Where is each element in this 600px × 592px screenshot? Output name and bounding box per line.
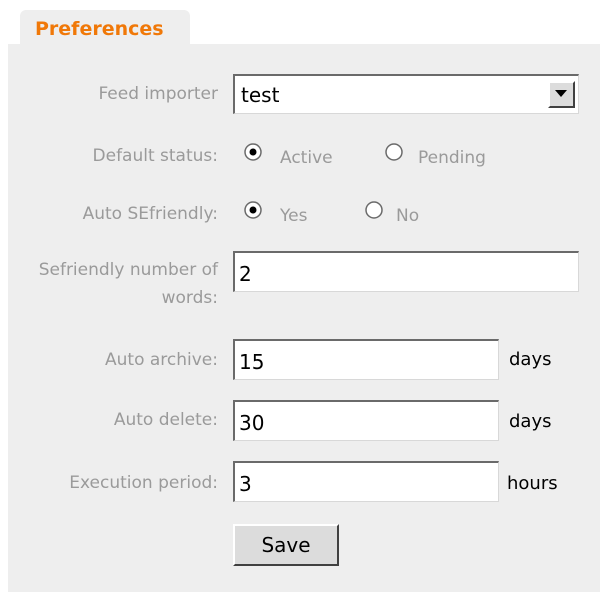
feed-importer-label: Feed importer: [98, 84, 218, 104]
radio-active-label: Active: [280, 148, 333, 168]
radio-active[interactable]: [244, 143, 262, 161]
tab-preferences-label: Preferences: [35, 18, 164, 40]
feed-importer-select[interactable]: test: [233, 74, 579, 114]
execution-period-unit: hours: [507, 473, 558, 494]
chevron-down-icon[interactable]: [548, 81, 575, 108]
radio-yes-label: Yes: [280, 206, 308, 226]
radio-yes[interactable]: [244, 201, 262, 219]
default-status-label: Default status:: [92, 146, 218, 166]
radio-no[interactable]: [365, 201, 383, 219]
preferences-panel: [8, 44, 600, 592]
auto-delete-label: Auto delete:: [113, 410, 218, 430]
sefriendly-words-label: Sefriendly number of words:: [38, 260, 218, 308]
tab-preferences[interactable]: Preferences: [20, 10, 190, 46]
radio-pending[interactable]: [385, 143, 403, 161]
auto-delete-unit: days: [509, 411, 552, 432]
auto-delete-input[interactable]: [233, 400, 499, 441]
auto-archive-label: Auto archive:: [105, 350, 218, 370]
sefriendly-words-input[interactable]: [233, 251, 579, 292]
auto-archive-unit: days: [509, 349, 552, 370]
auto-archive-input[interactable]: [233, 339, 499, 380]
radio-no-label: No: [396, 206, 420, 226]
auto-sefriendly-label: Auto SEfriendly:: [82, 204, 218, 224]
feed-importer-value: test: [241, 83, 280, 107]
execution-period-label: Execution period:: [69, 473, 218, 493]
execution-period-input[interactable]: [233, 461, 499, 502]
save-button[interactable]: Save: [233, 524, 339, 566]
radio-pending-label: Pending: [418, 148, 486, 168]
